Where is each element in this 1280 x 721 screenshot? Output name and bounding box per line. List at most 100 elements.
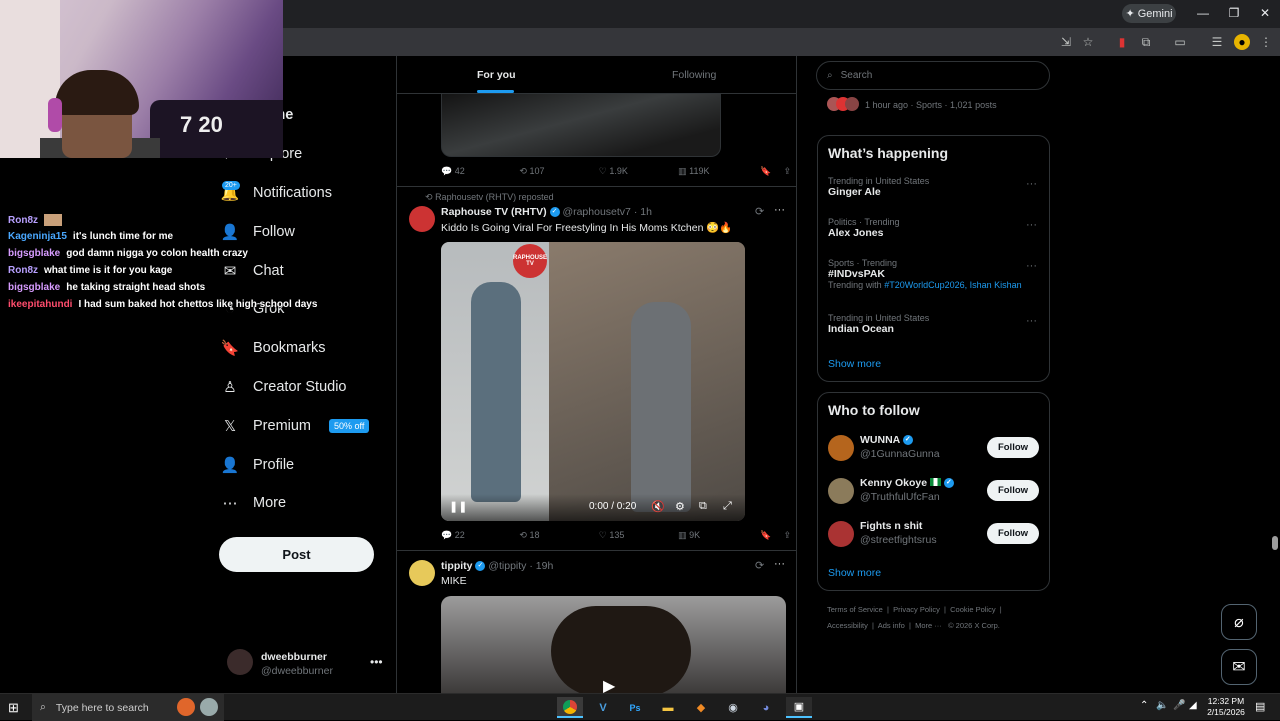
repost-button[interactable]: ⟲ 107 xyxy=(519,166,594,177)
share-icon[interactable]: ⇪ xyxy=(783,166,791,177)
menu-kebab-icon[interactable]: ⋮ xyxy=(1258,34,1274,50)
more-dots-icon[interactable]: ··· xyxy=(1026,219,1037,231)
trophy-icon[interactable] xyxy=(200,698,218,716)
bookmark-icon[interactable]: 🔖 xyxy=(760,166,779,177)
trend-item[interactable]: Politics · Trending Alex Jones ··· xyxy=(828,217,1040,239)
fl-studio-icon[interactable]: ◆ xyxy=(688,697,714,718)
play-icon[interactable]: ▶ xyxy=(603,676,615,693)
search-input[interactable]: ⌕ Search xyxy=(816,61,1050,90)
post-media[interactable]: ▶ xyxy=(441,596,786,693)
trend-with-links[interactable]: #T20WorldCup2026, Ishan Kishan xyxy=(884,280,1021,290)
network-icon[interactable]: ◢ xyxy=(1189,700,1197,711)
follow-suggestion[interactable]: WUNNA ✓ @1GunnaGunna Follow xyxy=(828,433,1040,463)
app-taskbar-icon[interactable]: ▣ xyxy=(786,697,812,718)
vscode-taskbar-icon[interactable]: V xyxy=(590,697,616,718)
post-time[interactable]: 19h xyxy=(536,560,554,572)
bookmark-star-icon[interactable]: ☆ xyxy=(1080,34,1096,50)
show-more-link[interactable]: Show more xyxy=(828,567,881,579)
profile-avatar-icon[interactable]: ● xyxy=(1234,34,1250,50)
nav-notifications[interactable]: 🔔 Notifications xyxy=(219,174,389,213)
tab-for-you[interactable]: For you xyxy=(477,69,516,81)
grok-fab-icon[interactable]: ⌀ xyxy=(1221,604,1257,640)
post-time[interactable]: 1h xyxy=(640,206,652,218)
follow-button[interactable]: Follow xyxy=(987,523,1039,544)
author-name[interactable]: tippity xyxy=(441,560,473,572)
follow-suggestion[interactable]: Fights n shit @streetfightsrus Follow xyxy=(828,519,1040,549)
avatar[interactable] xyxy=(409,560,435,586)
mute-icon[interactable]: 🔇 xyxy=(651,500,665,513)
cast-icon[interactable]: ▭ xyxy=(1172,34,1188,50)
more-dots-icon[interactable]: ··· xyxy=(1026,178,1037,190)
file-explorer-icon[interactable]: ▬ xyxy=(655,697,681,718)
share-icon[interactable]: ⇪ xyxy=(783,530,791,541)
follow-button[interactable]: Follow xyxy=(987,437,1039,458)
footer-link[interactable]: Terms of Service xyxy=(827,605,883,614)
grok-icon[interactable]: ⟳ xyxy=(755,205,764,218)
reading-list-icon[interactable]: ☰ xyxy=(1209,34,1225,50)
more-dots-icon[interactable]: ••• xyxy=(370,655,383,669)
taskbar-clock[interactable]: 12:32 PM 2/15/2026 xyxy=(1200,696,1252,718)
more-dots-icon[interactable]: ··· xyxy=(774,204,785,216)
trend-item[interactable]: Sports · Trending #INDvsPAK Trending wit… xyxy=(828,258,1040,290)
author-handle[interactable]: @raphousetv7 xyxy=(562,206,630,218)
footer-link[interactable]: Ads info xyxy=(878,621,905,630)
footer-link[interactable]: Privacy Policy xyxy=(893,605,940,614)
reply-button[interactable]: 💬 42 xyxy=(441,166,515,177)
show-more-link[interactable]: Show more xyxy=(828,358,881,370)
messages-fab-icon[interactable]: ✉ xyxy=(1221,649,1257,685)
post-button[interactable]: Post xyxy=(219,537,374,572)
pause-icon[interactable]: ❚❚ xyxy=(449,500,467,513)
install-app-icon[interactable]: ⇲ xyxy=(1058,34,1074,50)
footer-link[interactable]: More ··· xyxy=(915,621,942,630)
grok-icon[interactable]: ⟳ xyxy=(755,559,764,572)
close-window-button[interactable]: ✕ xyxy=(1249,2,1280,24)
steam-icon[interactable]: ◉ xyxy=(720,697,746,718)
follow-suggestion[interactable]: Kenny Okoye ✓ @TruthfulUfcFan Follow xyxy=(828,476,1040,506)
follow-button[interactable]: Follow xyxy=(987,480,1039,501)
discord-icon[interactable]: ◕ xyxy=(753,697,779,718)
chrome-taskbar-icon[interactable] xyxy=(557,697,583,718)
nav-more[interactable]: ⋯ More xyxy=(219,484,389,523)
author-name[interactable]: Raphouse TV (RHTV) xyxy=(441,206,547,218)
nav-profile[interactable]: 👤 Profile xyxy=(219,445,389,484)
photoshop-taskbar-icon[interactable]: Ps xyxy=(622,697,648,718)
scrollbar-thumb[interactable] xyxy=(1272,536,1278,550)
like-button[interactable]: ♡ 135 xyxy=(599,530,674,541)
extension-icon[interactable]: ▮ xyxy=(1114,34,1130,50)
nav-bookmarks[interactable]: 🔖 Bookmarks xyxy=(219,329,389,368)
bookmark-icon[interactable]: 🔖 xyxy=(760,530,779,541)
extensions-puzzle-icon[interactable]: ⧉ xyxy=(1138,34,1154,50)
avatar[interactable] xyxy=(409,206,435,232)
nav-premium[interactable]: 𝕏 Premium 50% off xyxy=(219,406,389,445)
video-player[interactable]: RAPHOUSE TV ❚❚ 0:00 / 0:20 🔇 ⚙ ⧉ ⤢ xyxy=(441,242,745,521)
views-button[interactable]: ▥ 119K xyxy=(678,166,756,177)
trend-item[interactable]: Trending in United States Indian Ocean ·… xyxy=(828,313,1040,335)
views-button[interactable]: ▥ 9K xyxy=(678,530,756,541)
scrollbar[interactable] xyxy=(1270,56,1280,693)
notification-center-icon[interactable]: ▤ xyxy=(1255,700,1265,713)
more-dots-icon[interactable]: ··· xyxy=(1026,260,1037,272)
tray-chevron-icon[interactable]: ⌃ xyxy=(1140,700,1148,711)
trend-item[interactable]: Trending in United States Ginger Ale ··· xyxy=(828,176,1040,198)
more-dots-icon[interactable]: ··· xyxy=(1026,315,1037,327)
nav-creator-studio[interactable]: ♙ Creator Studio xyxy=(219,368,389,407)
footer-link[interactable]: Cookie Policy xyxy=(950,605,995,614)
account-switcher[interactable]: dweebburner @dweebburner ••• xyxy=(227,649,387,679)
post-media[interactable] xyxy=(441,94,721,157)
windows-start-icon[interactable]: ⊞ xyxy=(8,700,19,716)
volume-icon[interactable]: 🔈 xyxy=(1156,700,1168,711)
footer-link[interactable]: Accessibility xyxy=(827,621,868,630)
like-button[interactable]: ♡ 1.9K xyxy=(599,166,674,177)
microphone-icon[interactable]: 🎤 xyxy=(1173,700,1185,711)
basketball-icon[interactable] xyxy=(177,698,195,716)
pip-icon[interactable]: ⧉ xyxy=(699,500,707,513)
maximize-button[interactable]: ❐ xyxy=(1218,2,1250,24)
reply-button[interactable]: 💬 22 xyxy=(441,530,515,541)
tab-following[interactable]: Following xyxy=(672,69,716,81)
author-handle[interactable]: @tippity xyxy=(488,560,526,572)
repost-button[interactable]: ⟲ 18 xyxy=(519,530,594,541)
fullscreen-icon[interactable]: ⤢ xyxy=(723,500,732,513)
more-dots-icon[interactable]: ··· xyxy=(774,558,785,570)
taskbar-search[interactable]: ⌕ Type here to search xyxy=(32,694,224,721)
gemini-button[interactable]: ✦ Gemini xyxy=(1122,4,1176,23)
